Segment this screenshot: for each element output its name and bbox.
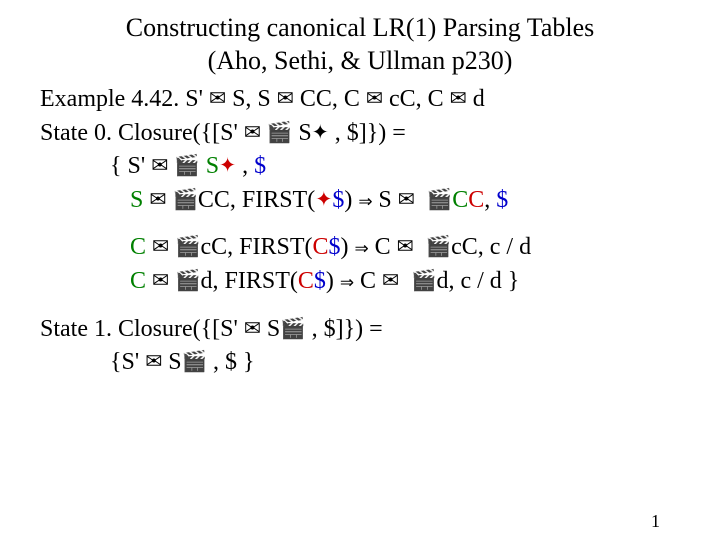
t: , $]}) =: [312, 316, 383, 342]
arrow-icon: ⇒: [355, 239, 369, 258]
clap-icon: 🎬: [172, 189, 197, 211]
clap-icon: 🎬: [280, 318, 305, 340]
msg-icon: ✉: [366, 88, 383, 110]
t: CC, FIRST(: [198, 187, 315, 213]
msg-icon: ✉: [398, 189, 415, 211]
t: d: [473, 86, 485, 112]
t: $: [496, 187, 508, 213]
t: C: [468, 187, 484, 213]
msg-icon: ✉: [244, 318, 261, 340]
t: S: [267, 316, 280, 342]
t: d, c / d }: [436, 268, 519, 294]
msg-icon: ✉: [244, 122, 261, 144]
clap-icon: 🎬: [182, 351, 207, 373]
msg-icon: ✉: [277, 88, 294, 110]
t: , $]}) =: [335, 120, 406, 146]
star-icon: ✦: [219, 155, 236, 177]
clap-icon: 🎬: [427, 189, 452, 211]
t: d, FIRST(: [201, 268, 298, 294]
arrow-icon: ⇒: [358, 192, 372, 211]
t: $: [332, 187, 344, 213]
t: C: [313, 234, 329, 260]
t: { S': [110, 153, 151, 179]
msg-icon: ✉: [397, 236, 414, 258]
t: $: [314, 268, 326, 294]
arrow-icon: ⇒: [340, 273, 354, 292]
state1-header: State 1. Closure({[S' ✉ S🎬 , $]}) =: [40, 313, 720, 347]
t: C: [298, 268, 314, 294]
msg-icon: ✉: [151, 155, 168, 177]
t: S: [206, 153, 219, 179]
t: cC, FIRST(: [201, 234, 313, 260]
state0-header: State 0. Closure({[S' ✉ 🎬 S✦ , $]}) =: [40, 117, 720, 151]
clap-icon: 🎬: [175, 236, 200, 258]
t: $: [254, 153, 266, 179]
t: $: [329, 234, 341, 260]
msg-icon: ✉: [450, 88, 467, 110]
t: C: [369, 234, 397, 260]
t: C: [452, 187, 468, 213]
t: S: [372, 187, 397, 213]
state0-item3: C ✉ 🎬cC, FIRST(C$) ⇒ C ✉ 🎬cC, c / d: [130, 231, 720, 265]
t: cC, C: [389, 86, 450, 112]
state1-item1: {S' ✉ S🎬 , $ }: [110, 346, 720, 380]
msg-icon: ✉: [209, 88, 226, 110]
msg-icon: ✉: [152, 236, 169, 258]
slide-body: Example 4.42. S' ✉ S, S ✉ CC, C ✉ cC, C …: [40, 83, 720, 380]
t: C: [130, 234, 146, 260]
state0-item2: S ✉ 🎬CC, FIRST(✦$) ⇒ S ✉ 🎬CC, $: [130, 184, 720, 218]
star-icon: ✦: [315, 189, 332, 211]
clap-icon: 🎬: [426, 236, 451, 258]
t: ): [326, 268, 340, 294]
title-line1: Constructing canonical LR(1) Parsing Tab…: [126, 13, 595, 42]
t: S: [298, 120, 311, 146]
t: ): [341, 234, 355, 260]
state0-item1: { S' ✉ 🎬 S✦ , $: [110, 150, 720, 184]
msg-icon: ✉: [152, 270, 169, 292]
t: C: [130, 268, 146, 294]
t: State 0. Closure({[S': [40, 120, 244, 146]
example-line: Example 4.42. S' ✉ S, S ✉ CC, C ✉ cC, C …: [40, 83, 720, 117]
t: , $ }: [213, 349, 255, 375]
t: C: [354, 268, 382, 294]
t: S, S: [232, 86, 277, 112]
title-line2: (Aho, Sethi, & Ullman p230): [208, 46, 513, 75]
t: ,: [484, 187, 496, 213]
clap-icon: 🎬: [411, 270, 436, 292]
clap-icon: 🎬: [267, 122, 292, 144]
msg-icon: ✉: [145, 351, 162, 373]
t: S: [168, 349, 181, 375]
clap-icon: 🎬: [174, 155, 199, 177]
t: {S': [110, 349, 145, 375]
star-icon: ✦: [312, 122, 329, 144]
t: Example 4.42. S': [40, 86, 209, 112]
t: ,: [242, 153, 254, 179]
t: S: [130, 187, 143, 213]
state0-item4: C ✉ 🎬d, FIRST(C$) ⇒ C ✉ 🎬d, c / d }: [130, 265, 720, 299]
t: ): [344, 187, 358, 213]
msg-icon: ✉: [149, 189, 166, 211]
t: CC, C: [300, 86, 366, 112]
slide-title: Constructing canonical LR(1) Parsing Tab…: [0, 12, 720, 77]
t: State 1. Closure({[S': [40, 316, 244, 342]
clap-icon: 🎬: [175, 270, 200, 292]
msg-icon: ✉: [382, 270, 399, 292]
page-number: 1: [651, 511, 660, 532]
t: cC, c / d: [451, 234, 531, 260]
